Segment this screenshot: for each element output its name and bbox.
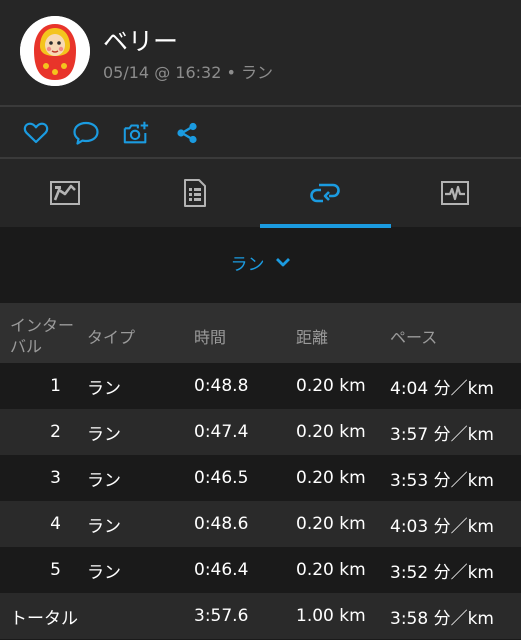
camera-plus-icon (123, 121, 149, 144)
cell-interval: 4 (50, 514, 61, 534)
chevron-down-icon (275, 258, 290, 267)
cell-interval: 2 (50, 422, 61, 442)
comment-button[interactable] (72, 119, 100, 147)
cell-pace: 4:03 分／km (390, 516, 494, 537)
cell-type: ラン (87, 562, 121, 583)
cell-time: 0:46.5 (194, 468, 249, 488)
header-type: タイプ (87, 328, 136, 347)
total-time: 3:57.6 (194, 606, 249, 626)
cell-type: ラン (87, 378, 121, 399)
header-time: 時間 (194, 328, 227, 347)
cell-interval: 5 (50, 560, 61, 580)
cell-pace: 3:52 分／km (390, 562, 494, 583)
cell-type: ラン (87, 516, 121, 537)
activity-meta: 05/14 @ 16:32 • ラン (103, 63, 274, 82)
tab-map[interactable] (0, 159, 130, 227)
cell-distance: 0.20 km (296, 422, 366, 442)
cell-distance: 0.20 km (296, 468, 366, 488)
laps-table: インター バル タイプ 時間 距離 ペース 1 ラン 0:48.8 0.20 k… (0, 303, 521, 639)
table-row[interactable]: 1 ラン 0:48.8 0.20 km 4:04 分／km (0, 363, 521, 409)
header-interval-line1: インター (10, 316, 75, 335)
avatar[interactable] (20, 16, 90, 86)
laps-icon (310, 183, 340, 203)
total-pace: 3:58 分／km (390, 608, 494, 629)
header-pace: ペース (390, 328, 438, 347)
cell-pace: 4:04 分／km (390, 378, 494, 399)
cell-time: 0:47.4 (194, 422, 249, 442)
tab-bar (0, 159, 521, 227)
tab-laps[interactable] (260, 159, 390, 227)
activity-type-dropdown[interactable]: ラン (0, 249, 521, 275)
cell-pace: 3:53 分／km (390, 470, 494, 491)
tab-charts[interactable] (390, 159, 520, 227)
cell-pace: 3:57 分／km (390, 424, 494, 445)
heart-icon (23, 122, 49, 144)
table-row[interactable]: 4 ラン 0:48.6 0.20 km 4:03 分／km (0, 501, 521, 547)
chart-icon (441, 181, 469, 205)
like-button[interactable] (22, 119, 50, 147)
activity-header: ベリー 05/14 @ 16:32 • ラン (0, 0, 521, 105)
header-interval-line2: バル (10, 337, 43, 356)
cell-distance: 0.20 km (296, 514, 366, 534)
cell-time: 0:48.8 (194, 376, 249, 396)
comment-icon (73, 121, 99, 145)
action-bar (0, 107, 521, 157)
cell-distance: 0.20 km (296, 376, 366, 396)
cell-type: ラン (87, 424, 121, 445)
table-header: インター バル タイプ 時間 距離 ペース (0, 303, 521, 363)
add-photo-button[interactable] (122, 119, 150, 147)
total-label: トータル (10, 608, 78, 629)
share-button[interactable] (173, 119, 201, 147)
table-row[interactable]: 3 ラン 0:46.5 0.20 km 3:53 分／km (0, 455, 521, 501)
table-total-row: トータル 3:57.6 1.00 km 3:58 分／km (0, 593, 521, 639)
header-interval: インター バル (10, 315, 74, 357)
tab-details[interactable] (130, 159, 260, 227)
cell-interval: 1 (50, 376, 61, 396)
header-distance: 距離 (296, 328, 329, 347)
cell-type: ラン (87, 470, 121, 491)
share-icon (177, 122, 197, 144)
table-row[interactable]: 2 ラン 0:47.4 0.20 km 3:57 分／km (0, 409, 521, 455)
cell-time: 0:48.6 (194, 514, 249, 534)
map-icon (50, 181, 80, 205)
cell-interval: 3 (50, 468, 61, 488)
user-name[interactable]: ベリー (103, 22, 178, 58)
cell-time: 0:46.4 (194, 560, 249, 580)
matryoshka-avatar-image (20, 16, 90, 86)
cell-distance: 0.20 km (296, 560, 366, 580)
table-row[interactable]: 5 ラン 0:46.4 0.20 km 3:52 分／km (0, 547, 521, 593)
dropdown-selected-label: ラン (230, 254, 265, 275)
document-icon (184, 179, 206, 207)
total-distance: 1.00 km (296, 606, 366, 626)
